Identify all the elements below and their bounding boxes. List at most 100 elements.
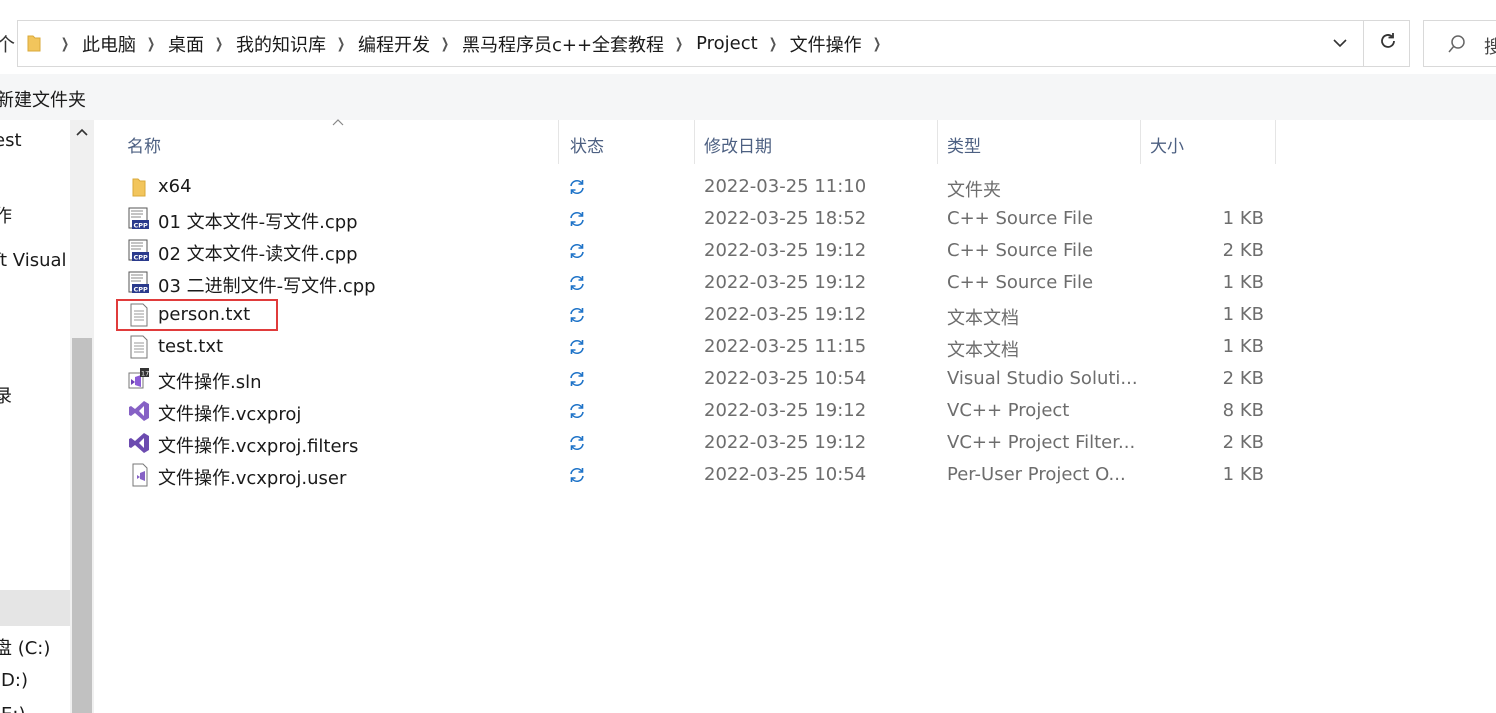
refresh-icon	[1381, 33, 1395, 48]
file-name[interactable]: 文件操作.vcxproj.filters	[158, 432, 358, 458]
breadcrumb-separator-icon[interactable]: ❯	[674, 36, 684, 52]
nav-scrollbar[interactable]	[70, 120, 94, 713]
refresh-button[interactable]	[1375, 30, 1401, 56]
file-size: 2 KB	[1222, 240, 1264, 261]
nav-item[interactable]: est	[0, 130, 22, 151]
sort-ascending-icon	[332, 119, 344, 126]
file-modified-date: 2022-03-25 19:12	[704, 240, 867, 261]
breadcrumb-separator-icon[interactable]: ❯	[768, 36, 778, 52]
breadcrumb: ❯ 此电脑 ❯ 桌面 ❯ 我的知识库 ❯ 编程开发 ❯ 黑马程序员c++全套教程 ❯ Project ❯…	[58, 21, 884, 66]
file-size: 1 KB	[1222, 464, 1264, 485]
file-modified-date: 2022-03-25 18:52	[704, 208, 867, 229]
nav-item[interactable]: ft Visual	[0, 250, 67, 271]
sync-status-icon	[568, 434, 586, 452]
breadcrumb-item[interactable]: 桌面	[158, 31, 212, 57]
file-name[interactable]: 文件操作.vcxproj	[158, 400, 301, 426]
breadcrumb-item[interactable]: 黑马程序员c++全套教程	[452, 31, 672, 57]
nav-item[interactable]: 录	[0, 382, 12, 408]
breadcrumb-separator-icon[interactable]: ❯	[214, 36, 224, 52]
breadcrumb-item[interactable]: 我的知识库	[226, 31, 334, 57]
file-name[interactable]: 02 文本文件-读文件.cpp	[158, 240, 358, 266]
breadcrumb-separator-icon[interactable]: ❯	[60, 36, 70, 52]
file-row[interactable]: x64 2022-03-25 11:10 文件夹	[94, 171, 1496, 203]
file-type: 文件夹	[947, 180, 1001, 201]
breadcrumb-item[interactable]: 文件操作	[780, 31, 870, 57]
file-name[interactable]: 文件操作.sln	[158, 368, 262, 394]
nav-item-drive-e[interactable]: (E:)	[0, 704, 25, 713]
address-bar[interactable]: ❯ 此电脑 ❯ 桌面 ❯ 我的知识库 ❯ 编程开发 ❯ 黑马程序员c++全套教程 ❯ Project ❯…	[17, 20, 1410, 67]
cpp-file-icon: CPP	[128, 271, 150, 295]
chevron-down-icon[interactable]	[1328, 33, 1352, 53]
file-row[interactable]: test.txt 2022-03-25 11:15 文本文档 1 KB	[94, 331, 1496, 363]
file-name[interactable]: 文件操作.vcxproj.user	[158, 464, 346, 490]
file-row[interactable]: 文件操作.vcxproj.filters 2022-03-25 19:12 VC++…	[94, 427, 1496, 459]
divider	[1363, 21, 1364, 66]
column-header-name[interactable]: 名称	[127, 120, 161, 164]
file-type: 文本文档	[947, 308, 1019, 329]
file-type: Per-User Project O...	[947, 464, 1126, 485]
command-bar: 新建文件夹	[0, 74, 1496, 120]
column-divider[interactable]	[558, 120, 559, 164]
up-button[interactable]: 个	[0, 30, 15, 57]
file-row[interactable]: person.txt 2022-03-25 19:12 文本文档 1 KB	[94, 299, 1496, 331]
search-icon	[1448, 35, 1465, 53]
vs-solution-icon: 17	[128, 367, 150, 391]
file-modified-date: 2022-03-25 10:54	[704, 368, 867, 389]
file-modified-date: 2022-03-25 19:12	[704, 400, 867, 421]
breadcrumb-item[interactable]: Project	[686, 33, 766, 54]
svg-text:CPP: CPP	[134, 254, 149, 262]
sync-status-icon	[568, 370, 586, 388]
column-divider[interactable]	[937, 120, 938, 164]
search-input[interactable]: 搜	[1423, 20, 1496, 67]
folder-icon	[27, 35, 41, 52]
vcxproj-user-icon	[128, 463, 150, 487]
file-size: 8 KB	[1222, 400, 1264, 421]
nav-item[interactable]: 作	[0, 202, 12, 228]
svg-text:CPP: CPP	[134, 286, 149, 294]
svg-text:CPP: CPP	[134, 222, 149, 230]
file-name[interactable]: x64	[158, 176, 192, 197]
column-header-modified[interactable]: 修改日期	[704, 120, 772, 164]
file-row[interactable]: 17 文件操作.sln 2022-03-25 10:54 Visual Studio …	[94, 363, 1496, 395]
breadcrumb-item[interactable]: 此电脑	[72, 31, 144, 57]
sync-status-icon	[568, 274, 586, 292]
breadcrumb-item[interactable]: 编程开发	[348, 31, 438, 57]
sync-status-icon	[568, 466, 586, 484]
file-modified-date: 2022-03-25 11:10	[704, 176, 867, 197]
column-header-type[interactable]: 类型	[947, 120, 981, 164]
file-name[interactable]: 01 文本文件-写文件.cpp	[158, 208, 358, 234]
file-row[interactable]: CPP 01 文本文件-写文件.cpp 2022-03-25 18:52 C++ So…	[94, 203, 1496, 235]
cpp-file-icon: CPP	[128, 207, 150, 231]
file-modified-date: 2022-03-25 19:12	[704, 304, 867, 325]
file-type: Visual Studio Soluti...	[947, 368, 1138, 389]
highlight-box	[116, 299, 278, 331]
column-header-status[interactable]: 状态	[570, 120, 604, 164]
search-placeholder: 搜	[1484, 37, 1496, 58]
file-row[interactable]: 文件操作.vcxproj.user 2022-03-25 10:54 Per-Use…	[94, 459, 1496, 491]
nav-item-drive-c[interactable]: 盘 (C:)	[0, 634, 50, 660]
file-modified-date: 2022-03-25 19:12	[704, 272, 867, 293]
file-row[interactable]: CPP 02 文本文件-读文件.cpp 2022-03-25 19:12 C++ So…	[94, 235, 1496, 267]
breadcrumb-separator-icon[interactable]: ❯	[336, 36, 346, 52]
breadcrumb-separator-icon[interactable]: ❯	[146, 36, 156, 52]
new-folder-button[interactable]: 新建文件夹	[0, 86, 86, 112]
file-name[interactable]: 03 二进制文件-写文件.cpp	[158, 272, 376, 298]
file-size: 1 KB	[1222, 336, 1264, 357]
vcxproj-icon	[128, 399, 150, 423]
column-divider[interactable]	[694, 120, 695, 164]
scrollbar-thumb[interactable]	[72, 338, 92, 713]
file-row[interactable]: 文件操作.vcxproj 2022-03-25 19:12 VC++ Project…	[94, 395, 1496, 427]
column-divider[interactable]	[1140, 120, 1141, 164]
file-name[interactable]: test.txt	[158, 336, 223, 357]
breadcrumb-separator-icon[interactable]: ❯	[440, 36, 450, 52]
scroll-up-arrow-icon[interactable]	[70, 126, 94, 142]
nav-item-drive-d[interactable]: (D:)	[0, 670, 28, 691]
sync-status-icon	[568, 178, 586, 196]
file-size: 1 KB	[1222, 272, 1264, 293]
navigation-pane: est 作 ft Visual 录 盘 (C:) (D:) (E:)	[0, 120, 70, 713]
column-header-size[interactable]: 大小	[1150, 120, 1184, 164]
breadcrumb-separator-icon[interactable]: ❯	[872, 36, 882, 52]
file-modified-date: 2022-03-25 10:54	[704, 464, 867, 485]
file-row[interactable]: CPP 03 二进制文件-写文件.cpp 2022-03-25 19:12 C++ S…	[94, 267, 1496, 299]
column-divider[interactable]	[1275, 120, 1276, 164]
